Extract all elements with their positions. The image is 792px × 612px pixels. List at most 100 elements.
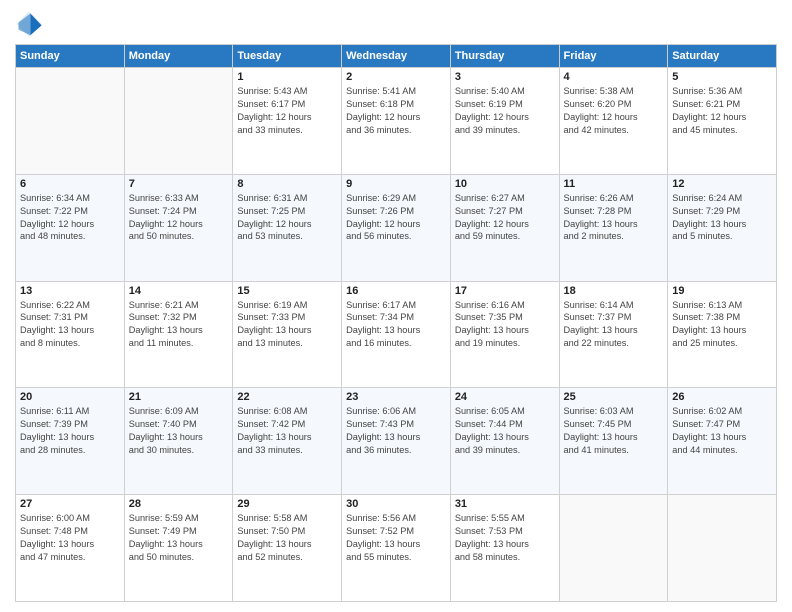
calendar-cell [124, 68, 233, 175]
calendar-cell: 13 Sunrise: 6:22 AM Sunset: 7:31 PM Dayli… [16, 281, 125, 388]
weekday-header-friday: Friday [559, 45, 668, 68]
day-info: Sunrise: 6:33 AM Sunset: 7:24 PM Dayligh… [129, 192, 229, 244]
calendar-cell: 11 Sunrise: 6:26 AM Sunset: 7:28 PM Dayli… [559, 174, 668, 281]
weekday-header-sunday: Sunday [16, 45, 125, 68]
day-info: Sunrise: 6:22 AM Sunset: 7:31 PM Dayligh… [20, 299, 120, 351]
calendar-cell: 2 Sunrise: 5:41 AM Sunset: 6:18 PM Daylig… [342, 68, 451, 175]
day-info: Sunrise: 6:02 AM Sunset: 7:47 PM Dayligh… [672, 405, 772, 457]
calendar-cell: 25 Sunrise: 6:03 AM Sunset: 7:45 PM Dayli… [559, 388, 668, 495]
day-number: 2 [346, 71, 446, 83]
calendar-cell: 23Sunrise: 6:06 AM Sunset: 7:43 PM Dayli… [342, 388, 451, 495]
weekday-header-wednesday: Wednesday [342, 45, 451, 68]
calendar-cell: 6 Sunrise: 6:34 AM Sunset: 7:22 PM Daylig… [16, 174, 125, 281]
calendar-cell: 5 Sunrise: 5:36 AM Sunset: 6:21 PM Daylig… [668, 68, 777, 175]
day-info: Sunrise: 6:34 AM Sunset: 7:22 PM Dayligh… [20, 192, 120, 244]
day-info: Sunrise: 6:19 AM Sunset: 7:33 PM Dayligh… [237, 299, 337, 351]
day-info: Sunrise: 5:56 AM Sunset: 7:52 PM Dayligh… [346, 512, 446, 564]
day-info: Sunrise: 6:31 AM Sunset: 7:25 PM Dayligh… [237, 192, 337, 244]
day-number: 20 [20, 391, 120, 403]
day-number: 13 [20, 285, 120, 297]
day-number: 16 [346, 285, 446, 297]
calendar-cell: 10 Sunrise: 6:27 AM Sunset: 7:27 PM Dayli… [450, 174, 559, 281]
day-info: Sunrise: 6:27 AM Sunset: 7:27 PM Dayligh… [455, 192, 555, 244]
day-info: Sunrise: 6:26 AM Sunset: 7:28 PM Dayligh… [564, 192, 664, 244]
week-row-1: 6 Sunrise: 6:34 AM Sunset: 7:22 PM Daylig… [16, 174, 777, 281]
calendar-cell: 14Sunrise: 6:21 AM Sunset: 7:32 PM Dayli… [124, 281, 233, 388]
weekday-header-thursday: Thursday [450, 45, 559, 68]
day-info: Sunrise: 6:13 AM Sunset: 7:38 PM Dayligh… [672, 299, 772, 351]
day-number: 24 [455, 391, 555, 403]
calendar-cell: 27 Sunrise: 6:00 AM Sunset: 7:48 PM Dayli… [16, 495, 125, 602]
calendar-cell: 28Sunrise: 5:59 AM Sunset: 7:49 PM Dayli… [124, 495, 233, 602]
day-number: 8 [237, 178, 337, 190]
day-number: 11 [564, 178, 664, 190]
calendar-cell: 21Sunrise: 6:09 AM Sunset: 7:40 PM Dayli… [124, 388, 233, 495]
day-number: 18 [564, 285, 664, 297]
day-number: 10 [455, 178, 555, 190]
day-number: 26 [672, 391, 772, 403]
day-info: Sunrise: 5:41 AM Sunset: 6:18 PM Dayligh… [346, 85, 446, 137]
day-number: 22 [237, 391, 337, 403]
day-info: Sunrise: 6:03 AM Sunset: 7:45 PM Dayligh… [564, 405, 664, 457]
calendar-cell: 19 Sunrise: 6:13 AM Sunset: 7:38 PM Dayli… [668, 281, 777, 388]
day-number: 6 [20, 178, 120, 190]
calendar-cell: 4 Sunrise: 5:38 AM Sunset: 6:20 PM Daylig… [559, 68, 668, 175]
day-number: 4 [564, 71, 664, 83]
day-info: Sunrise: 6:14 AM Sunset: 7:37 PM Dayligh… [564, 299, 664, 351]
weekday-header-saturday: Saturday [668, 45, 777, 68]
logo [15, 10, 47, 38]
day-number: 25 [564, 391, 664, 403]
day-number: 3 [455, 71, 555, 83]
page: SundayMondayTuesdayWednesdayThursdayFrid… [0, 0, 792, 612]
day-number: 19 [672, 285, 772, 297]
calendar-cell: 8 Sunrise: 6:31 AM Sunset: 7:25 PM Daylig… [233, 174, 342, 281]
calendar-cell: 15 Sunrise: 6:19 AM Sunset: 7:33 PM Dayli… [233, 281, 342, 388]
day-info: Sunrise: 6:00 AM Sunset: 7:48 PM Dayligh… [20, 512, 120, 564]
day-number: 29 [237, 498, 337, 510]
calendar-cell: 20 Sunrise: 6:11 AM Sunset: 7:39 PM Dayli… [16, 388, 125, 495]
week-row-3: 20 Sunrise: 6:11 AM Sunset: 7:39 PM Dayli… [16, 388, 777, 495]
weekday-header-row: SundayMondayTuesdayWednesdayThursdayFrid… [16, 45, 777, 68]
day-info: Sunrise: 6:08 AM Sunset: 7:42 PM Dayligh… [237, 405, 337, 457]
calendar-cell: 22 Sunrise: 6:08 AM Sunset: 7:42 PM Dayli… [233, 388, 342, 495]
calendar-cell: 3 Sunrise: 5:40 AM Sunset: 6:19 PM Daylig… [450, 68, 559, 175]
day-info: Sunrise: 5:43 AM Sunset: 6:17 PM Dayligh… [237, 85, 337, 137]
day-info: Sunrise: 6:24 AM Sunset: 7:29 PM Dayligh… [672, 192, 772, 244]
calendar-cell [559, 495, 668, 602]
day-number: 1 [237, 71, 337, 83]
day-number: 31 [455, 498, 555, 510]
calendar-cell: 24 Sunrise: 6:05 AM Sunset: 7:44 PM Dayli… [450, 388, 559, 495]
day-info: Sunrise: 5:55 AM Sunset: 7:53 PM Dayligh… [455, 512, 555, 564]
day-number: 12 [672, 178, 772, 190]
day-number: 21 [129, 391, 229, 403]
calendar-cell: 18 Sunrise: 6:14 AM Sunset: 7:37 PM Dayli… [559, 281, 668, 388]
logo-icon [15, 10, 43, 38]
day-info: Sunrise: 5:36 AM Sunset: 6:21 PM Dayligh… [672, 85, 772, 137]
week-row-2: 13 Sunrise: 6:22 AM Sunset: 7:31 PM Dayli… [16, 281, 777, 388]
day-info: Sunrise: 6:11 AM Sunset: 7:39 PM Dayligh… [20, 405, 120, 457]
calendar-cell: 16 Sunrise: 6:17 AM Sunset: 7:34 PM Dayli… [342, 281, 451, 388]
day-number: 7 [129, 178, 229, 190]
day-number: 5 [672, 71, 772, 83]
day-info: Sunrise: 5:38 AM Sunset: 6:20 PM Dayligh… [564, 85, 664, 137]
day-info: Sunrise: 6:06 AM Sunset: 7:43 PM Dayligh… [346, 405, 446, 457]
day-number: 14 [129, 285, 229, 297]
day-info: Sunrise: 6:29 AM Sunset: 7:26 PM Dayligh… [346, 192, 446, 244]
calendar-cell: 29 Sunrise: 5:58 AM Sunset: 7:50 PM Dayli… [233, 495, 342, 602]
day-number: 30 [346, 498, 446, 510]
calendar-cell [668, 495, 777, 602]
day-info: Sunrise: 6:17 AM Sunset: 7:34 PM Dayligh… [346, 299, 446, 351]
day-number: 15 [237, 285, 337, 297]
day-number: 27 [20, 498, 120, 510]
calendar-cell: 31 Sunrise: 5:55 AM Sunset: 7:53 PM Dayli… [450, 495, 559, 602]
calendar-cell: 30 Sunrise: 5:56 AM Sunset: 7:52 PM Dayli… [342, 495, 451, 602]
day-info: Sunrise: 5:40 AM Sunset: 6:19 PM Dayligh… [455, 85, 555, 137]
week-row-0: 1 Sunrise: 5:43 AM Sunset: 6:17 PM Daylig… [16, 68, 777, 175]
calendar-cell: 12 Sunrise: 6:24 AM Sunset: 7:29 PM Dayli… [668, 174, 777, 281]
day-info: Sunrise: 5:59 AM Sunset: 7:49 PM Dayligh… [129, 512, 229, 564]
calendar-cell: 9Sunrise: 6:29 AM Sunset: 7:26 PM Daylig… [342, 174, 451, 281]
day-info: Sunrise: 5:58 AM Sunset: 7:50 PM Dayligh… [237, 512, 337, 564]
calendar-cell: 17Sunrise: 6:16 AM Sunset: 7:35 PM Dayli… [450, 281, 559, 388]
day-info: Sunrise: 6:05 AM Sunset: 7:44 PM Dayligh… [455, 405, 555, 457]
calendar-cell: 1 Sunrise: 5:43 AM Sunset: 6:17 PM Daylig… [233, 68, 342, 175]
